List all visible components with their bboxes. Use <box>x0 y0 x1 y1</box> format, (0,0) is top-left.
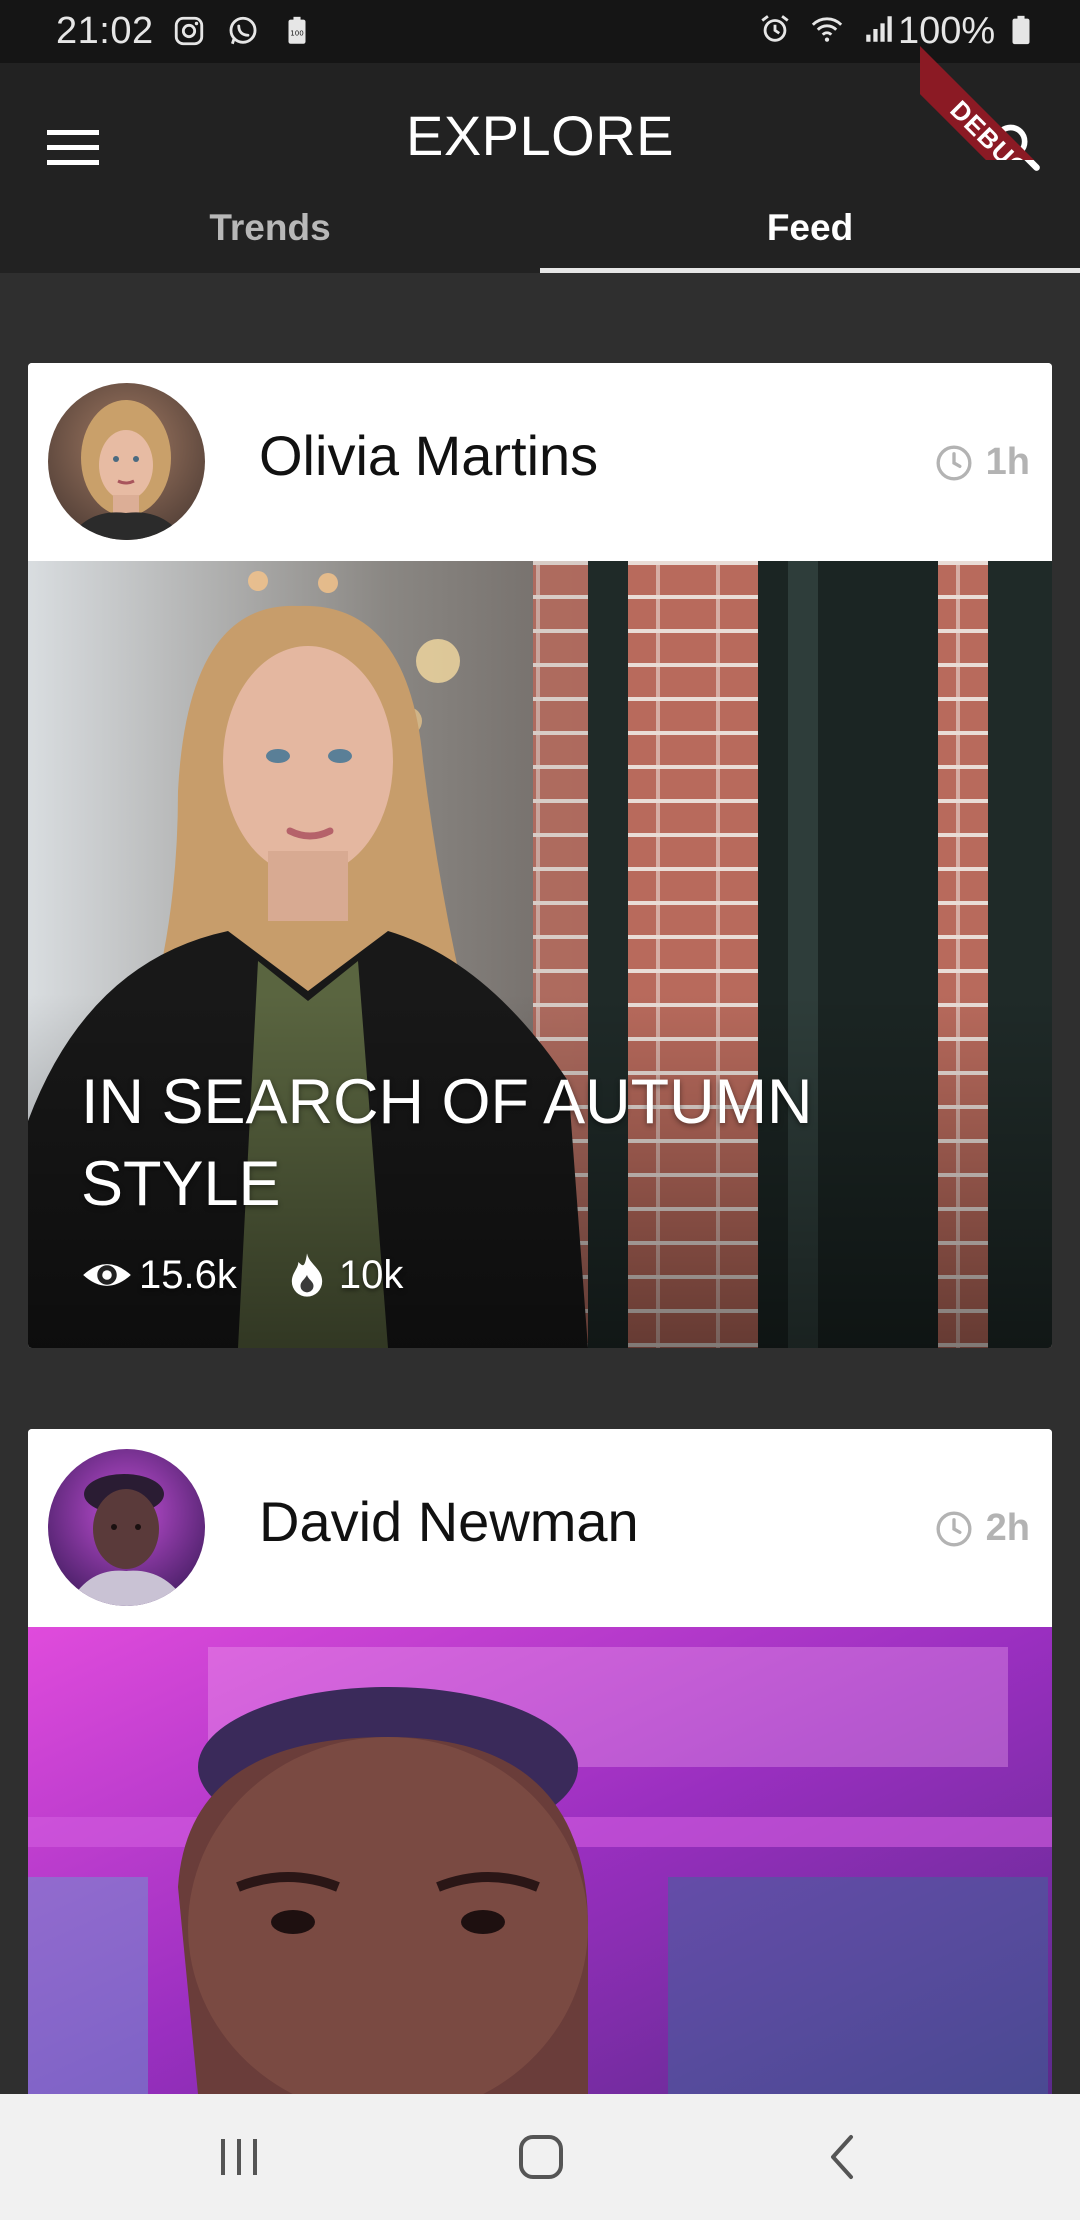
wifi-icon <box>811 17 843 42</box>
home-icon <box>519 2135 563 2179</box>
clock-icon <box>936 1511 972 1546</box>
tab-feed[interactable]: Feed <box>540 207 1080 273</box>
status-right-icons <box>758 12 896 46</box>
recent-apps-icon <box>221 2139 257 2175</box>
page-title: EXPLORE <box>405 104 675 167</box>
back-button[interactable] <box>808 2124 878 2190</box>
feed-card[interactable]: Olivia Martins 1h IN SEARCH OF AUTUMN ST… <box>28 363 1052 1348</box>
explore-screen: 21:02 100 100% EXPLORE Trends Feed DEBUG… <box>0 0 1080 2220</box>
card-header: Olivia Martins 1h <box>28 363 1052 561</box>
post-time-label: 2h <box>985 1507 1030 1549</box>
recent-apps-button[interactable] <box>204 2124 274 2190</box>
post-photo <box>28 1627 1052 2094</box>
post-image[interactable] <box>28 1627 1052 2094</box>
clock-icon <box>936 445 972 480</box>
search-button[interactable] <box>980 111 1052 183</box>
post-time: 1h <box>934 441 1030 484</box>
tab-trends-label: Trends <box>209 207 331 248</box>
post-image[interactable]: IN SEARCH OF AUTUMN STYLE 15.6k 10k <box>28 561 1052 1348</box>
signal-icon <box>866 16 892 42</box>
system-nav-bar <box>0 2094 1080 2220</box>
views-count: 15.6k <box>139 1252 237 1297</box>
search-icon <box>993 124 1040 171</box>
views-stat: 15.6k <box>81 1249 237 1301</box>
post-stats: 15.6k 10k <box>81 1249 447 1301</box>
tab-feed-label: Feed <box>766 207 854 248</box>
tab-trends[interactable]: Trends <box>0 207 540 273</box>
whatsapp-icon <box>229 16 257 45</box>
avatar[interactable] <box>48 1449 205 1606</box>
post-time-label: 1h <box>985 441 1030 483</box>
instagram-icon <box>174 16 204 46</box>
alarm-icon <box>761 15 789 42</box>
avatar[interactable] <box>48 383 205 540</box>
svg-text:100: 100 <box>290 28 304 37</box>
post-time: 2h <box>934 1507 1030 1550</box>
post-photo <box>28 561 1052 1348</box>
battery-saver-icon: 100 <box>288 16 306 44</box>
author-name[interactable]: David Newman <box>259 1489 639 1554</box>
flame-icon <box>291 1253 323 1297</box>
post-headline: IN SEARCH OF AUTUMN STYLE <box>81 1067 813 1219</box>
tab-bar: Trends Feed <box>0 207 1080 273</box>
author-name[interactable]: Olivia Martins <box>259 423 598 488</box>
likes-count: 10k <box>338 1252 404 1297</box>
status-time: 21:02 <box>56 10 154 52</box>
app-bar: EXPLORE Trends Feed <box>0 63 1080 273</box>
home-button[interactable] <box>506 2124 576 2190</box>
likes-stat: 10k <box>281 1249 404 1301</box>
status-left-icons: 100 <box>172 14 314 48</box>
active-tab-indicator <box>540 268 1080 273</box>
battery-percent: 100% <box>898 10 996 52</box>
feed-card[interactable]: David Newman 2h <box>28 1429 1052 2094</box>
card-header: David Newman 2h <box>28 1429 1052 1627</box>
eye-icon <box>83 1264 131 1286</box>
status-bar: 21:02 100 100% <box>0 0 1080 63</box>
back-icon <box>831 2135 853 2179</box>
battery-icon <box>1012 15 1030 45</box>
